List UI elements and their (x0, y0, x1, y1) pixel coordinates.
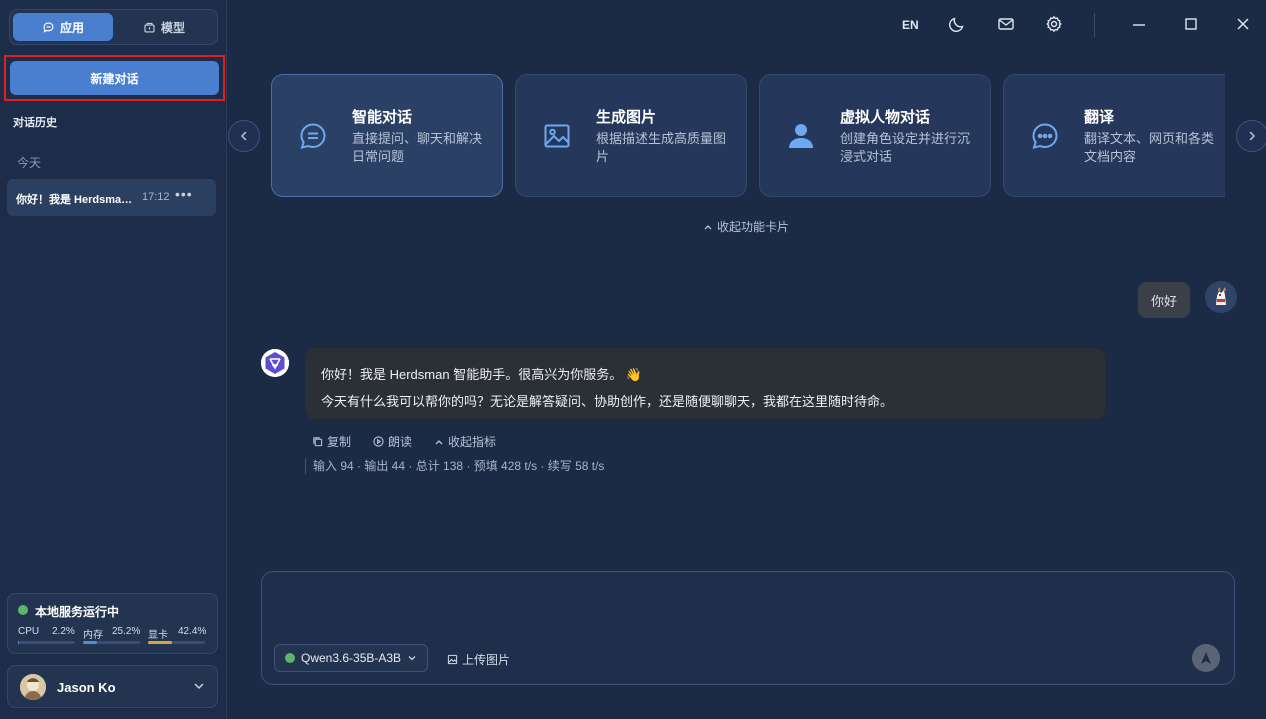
read-aloud-label: 朗读 (388, 435, 413, 449)
maximize-icon[interactable] (1183, 15, 1199, 33)
gear-icon[interactable] (1045, 15, 1063, 33)
model-status-dot (285, 653, 295, 663)
tab-models[interactable]: 模型 (114, 13, 214, 41)
image-icon (544, 124, 570, 148)
card-desc: 创建角色设定并进行沉浸式对话 (840, 131, 971, 164)
status-dot (18, 605, 28, 615)
model-name: Qwen3.6-35B-A3B (301, 651, 402, 665)
copy-label: 复制 (327, 435, 352, 449)
user-name: Jason Ko (57, 680, 116, 695)
language-toggle[interactable]: EN (902, 18, 919, 32)
new-chat-highlight: 新建对话 (4, 55, 225, 101)
status-title: 本地服务运行中 (35, 605, 120, 619)
tab-apps[interactable]: 应用 (13, 13, 113, 41)
box-icon (144, 22, 155, 33)
collapse-metrics-label: 收起指标 (448, 435, 497, 449)
user-menu[interactable]: Jason Ko (7, 665, 218, 708)
assistant-message-line: 你好！我是 Herdsman 智能助手。很高兴为你服务。 👋 (321, 367, 642, 382)
metric-cpu-label: CPU (18, 626, 40, 637)
chat-bubble-icon (43, 21, 54, 33)
play-circle-icon (373, 436, 384, 447)
history-item-time: 17:12 (142, 191, 170, 203)
moon-icon[interactable] (948, 15, 966, 33)
new-chat-button[interactable]: 新建对话 (10, 61, 219, 95)
metric-mem-value: 25.2% (112, 626, 141, 637)
collapse-cards-label: 收起功能卡片 (717, 220, 790, 234)
card-virtual-character[interactable]: 虚拟人物对话 创建角色设定并进行沉浸式对话 (759, 74, 991, 197)
token-metrics: 输入 94 · 输出 44 · 总计 138 · 预填 428 t/s · 续写… (305, 458, 604, 474)
copy-button[interactable]: 复制 (312, 433, 351, 450)
metric-cpu-bar (18, 641, 75, 644)
service-status-card: 本地服务运行中 CPU 2.2% 内存 25.2% 显卡 42.4% (7, 593, 218, 654)
message-composer: Qwen3.6-35B-A3B 上传图片 (261, 571, 1235, 685)
card-title: 翻译 (1084, 109, 1115, 126)
chat-dots-icon (1032, 123, 1058, 149)
metric-cpu-value: 2.2% (52, 626, 75, 637)
send-button[interactable] (1192, 644, 1220, 672)
chevron-right-icon (1249, 131, 1256, 141)
card-desc: 直接提问、聊天和解决日常问题 (352, 131, 483, 164)
card-desc: 翻译文本、网页和各类文档内容 (1084, 131, 1215, 164)
image-icon (447, 654, 458, 665)
tab-apps-label: 应用 (59, 20, 84, 35)
metric-gpu-bar (148, 641, 205, 644)
chevron-down-icon (408, 656, 416, 661)
copy-icon (313, 437, 323, 447)
card-title: 智能对话 (352, 109, 413, 126)
assistant-message: 你好！我是 Herdsman 智能助手。很高兴为你服务。 👋 今天有什么我可以帮… (305, 348, 1105, 419)
card-generate-image[interactable]: 生成图片 根据描述生成高质量图片 (515, 74, 747, 197)
collapse-cards-button[interactable]: 收起功能卡片 (703, 218, 789, 235)
history-item[interactable]: 你好！我是 Herdsman 智能助手 17:12 ••• (7, 179, 216, 216)
user-message: 你好 (1138, 282, 1190, 318)
upload-image-button[interactable]: 上传图片 (447, 651, 510, 668)
chevron-down-icon (194, 683, 204, 690)
metric-mem-bar (83, 641, 140, 644)
title-bar: EN (228, 0, 1266, 52)
feature-cards: 智能对话 直接提问、聊天和解决日常问题 生成图片 根据描述生成高质量图片 虚拟人… (270, 74, 1225, 198)
chevron-up-icon (435, 439, 443, 444)
avatar (20, 674, 46, 700)
collapse-metrics-button[interactable]: 收起指标 (434, 433, 496, 450)
sidebar: 应用 模型 新建对话 对话历史 今天 你好！我是 Herdsman 智能助手 1… (0, 0, 227, 719)
user-avatar (1205, 281, 1237, 313)
read-aloud-button[interactable]: 朗读 (373, 433, 412, 450)
mail-icon[interactable] (997, 15, 1015, 33)
chat-lines-icon (300, 123, 326, 149)
assistant-message-line: 今天有什么我可以帮你的吗？无论是解答疑问、协助创作，还是随便聊聊天，我都在这里随… (321, 394, 894, 409)
chevron-up-icon (704, 224, 712, 229)
cards-next-button[interactable] (1236, 120, 1266, 152)
assistant-avatar (261, 349, 289, 377)
more-options-icon[interactable]: ••• (175, 186, 193, 202)
close-icon[interactable] (1235, 15, 1251, 33)
mode-switch: 应用 模型 (9, 9, 218, 45)
history-title: 对话历史 (13, 117, 57, 129)
metric-mem-label: 内存 (83, 630, 103, 641)
card-title: 生成图片 (596, 109, 657, 126)
minimize-icon[interactable] (1131, 15, 1147, 33)
card-translate[interactable]: 翻译 翻译文本、网页和各类文档内容 (1003, 74, 1225, 197)
send-icon (1201, 652, 1211, 664)
card-smart-chat[interactable]: 智能对话 直接提问、聊天和解决日常问题 (271, 74, 503, 197)
cards-prev-button[interactable] (228, 120, 260, 152)
metric-gpu-label: 显卡 (148, 630, 168, 641)
history-item-title: 你好！我是 Herdsman 智能助手 (16, 194, 134, 206)
card-desc: 根据描述生成高质量图片 (596, 131, 727, 164)
title-bar-divider (1094, 13, 1095, 37)
tab-models-label: 模型 (160, 20, 185, 35)
metric-gpu-value: 42.4% (178, 626, 207, 637)
message-input[interactable] (276, 584, 1216, 640)
card-title: 虚拟人物对话 (840, 109, 931, 126)
model-select[interactable]: Qwen3.6-35B-A3B (274, 644, 428, 672)
message-actions: 复制 朗读 收起指标 (312, 433, 496, 450)
chevron-left-icon (240, 131, 247, 141)
person-icon (789, 124, 813, 148)
upload-image-label: 上传图片 (462, 653, 511, 667)
history-group-today: 今天 (17, 156, 42, 170)
